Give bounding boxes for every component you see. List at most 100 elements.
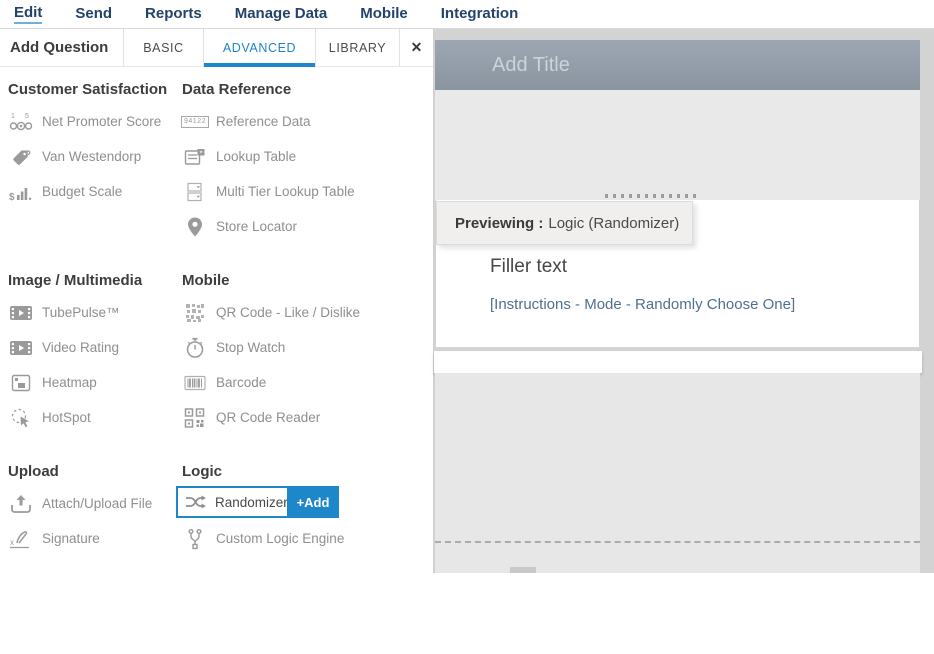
hotspot-icon bbox=[8, 407, 34, 429]
svg-text:x: x bbox=[10, 538, 14, 547]
panel-body: Customer Satisfaction 15 Net Promoter Sc… bbox=[0, 67, 433, 654]
nav-reports[interactable]: Reports bbox=[145, 5, 202, 23]
item-label: Multi Tier Lookup Table bbox=[216, 184, 355, 199]
tooltip-value: Logic (Randomizer) bbox=[548, 215, 679, 232]
question-type-hotspot[interactable]: HotSpot bbox=[8, 400, 176, 435]
section-title: Data Reference bbox=[182, 81, 433, 98]
item-label: Attach/Upload File bbox=[42, 496, 152, 511]
question-type-qr-code-like-dislike[interactable]: QR Code - Like / Dislike bbox=[182, 295, 433, 330]
question-type-multi-tier-lookup-table[interactable]: Multi Tier Lookup Table bbox=[182, 174, 433, 209]
question-type-tubepulse[interactable]: TubePulse™ bbox=[8, 295, 176, 330]
multi-tier-lookup-icon bbox=[182, 181, 208, 203]
price-tag-icon bbox=[8, 146, 34, 168]
item-label: QR Code Reader bbox=[216, 410, 320, 425]
preview-question-area bbox=[435, 90, 920, 200]
question-type-van-westendorp[interactable]: Van Westendorp bbox=[8, 139, 176, 174]
question-type-lookup-table[interactable]: Lookup Table bbox=[182, 139, 433, 174]
svg-text:5: 5 bbox=[25, 113, 29, 120]
svg-text:1: 1 bbox=[11, 113, 15, 120]
add-button[interactable]: +Add bbox=[287, 486, 339, 518]
question-type-net-promoter-score[interactable]: 15 Net Promoter Score bbox=[8, 104, 176, 139]
section-mobile: Mobile QR Code - Like / Dislike Stop Wat… bbox=[182, 272, 433, 463]
page-break-dashed-line bbox=[435, 541, 920, 543]
nav-send[interactable]: Send bbox=[75, 5, 112, 23]
close-icon[interactable]: ✕ bbox=[399, 29, 433, 66]
preview-bottom-stub bbox=[510, 567, 536, 573]
section-data-reference: Data Reference 94122 Reference Data Look… bbox=[182, 81, 433, 272]
item-label: Lookup Table bbox=[216, 149, 296, 164]
tab-advanced[interactable]: ADVANCED bbox=[203, 29, 315, 66]
budget-scale-icon: $ bbox=[8, 181, 34, 203]
item-label: Van Westendorp bbox=[42, 149, 141, 164]
preview-pane: Add Title Previewing : Logic (Randomizer… bbox=[434, 29, 934, 573]
item-label: TubePulse™ bbox=[42, 305, 120, 320]
preview-title-placeholder[interactable]: Add Title bbox=[435, 40, 920, 90]
tab-basic[interactable]: BASIC bbox=[123, 29, 203, 66]
section-title: Image / Multimedia bbox=[8, 272, 176, 289]
lookup-table-icon bbox=[182, 146, 208, 168]
question-type-stop-watch[interactable]: Stop Watch bbox=[182, 330, 433, 365]
item-label: Signature bbox=[42, 531, 100, 546]
panel-title: Add Question bbox=[0, 29, 123, 66]
add-question-panel: Add Question BASIC ADVANCED LIBRARY ✕ Cu… bbox=[0, 29, 434, 573]
stopwatch-icon bbox=[182, 337, 208, 359]
question-type-signature[interactable]: x Signature bbox=[8, 521, 176, 556]
logic-engine-icon bbox=[182, 528, 208, 550]
item-label: Video Rating bbox=[42, 340, 119, 355]
panel-column-1: Customer Satisfaction 15 Net Promoter Sc… bbox=[0, 81, 176, 654]
nps-icon: 15 bbox=[8, 111, 34, 133]
shuffle-icon bbox=[183, 491, 209, 513]
nav-manage-data[interactable]: Manage Data bbox=[235, 5, 328, 23]
barcode-icon bbox=[182, 372, 208, 394]
question-type-reference-data[interactable]: 94122 Reference Data bbox=[182, 104, 433, 139]
preview-lower-area bbox=[435, 373, 920, 573]
section-title: Logic bbox=[182, 463, 433, 480]
signature-icon: x bbox=[8, 528, 34, 550]
heatmap-icon bbox=[8, 372, 34, 394]
question-type-budget-scale[interactable]: $ Budget Scale bbox=[8, 174, 176, 209]
question-type-custom-logic-engine[interactable]: Custom Logic Engine bbox=[182, 521, 433, 556]
main-area: Add Question BASIC ADVANCED LIBRARY ✕ Cu… bbox=[0, 29, 934, 573]
section-upload: Upload Attach/Upload File x Signature bbox=[8, 463, 176, 654]
item-label: Heatmap bbox=[42, 375, 97, 390]
svg-text:$: $ bbox=[9, 192, 15, 203]
section-image-multimedia: Image / Multimedia TubePulse™ Video Rati… bbox=[8, 272, 176, 463]
video-icon bbox=[8, 337, 34, 359]
item-label: Randomizer bbox=[215, 495, 288, 510]
nav-integration[interactable]: Integration bbox=[441, 5, 519, 23]
item-label: Stop Watch bbox=[216, 340, 285, 355]
reference-badge-text: 94122 bbox=[181, 116, 209, 128]
item-label: Reference Data bbox=[216, 114, 311, 129]
section-title: Upload bbox=[8, 463, 176, 480]
section-customer-satisfaction: Customer Satisfaction 15 Net Promoter Sc… bbox=[8, 81, 176, 272]
item-label: Budget Scale bbox=[42, 184, 122, 199]
previewing-tooltip: Previewing : Logic (Randomizer) bbox=[436, 201, 693, 245]
item-label: Barcode bbox=[216, 375, 266, 390]
section-title: Customer Satisfaction bbox=[8, 81, 176, 98]
nav-edit[interactable]: Edit bbox=[14, 4, 42, 24]
tab-library[interactable]: LIBRARY bbox=[315, 29, 399, 66]
nav-mobile[interactable]: Mobile bbox=[360, 5, 408, 23]
question-type-attach-upload-file[interactable]: Attach/Upload File bbox=[8, 486, 176, 521]
section-title: Mobile bbox=[182, 272, 433, 289]
question-type-heatmap[interactable]: Heatmap bbox=[8, 365, 176, 400]
tooltip-label: Previewing : bbox=[455, 215, 543, 232]
question-type-barcode[interactable]: Barcode bbox=[182, 365, 433, 400]
item-label: QR Code - Like / Dislike bbox=[216, 305, 360, 320]
panel-header: Add Question BASIC ADVANCED LIBRARY ✕ bbox=[0, 29, 433, 67]
item-label: HotSpot bbox=[42, 410, 91, 425]
qr-code-reader-icon bbox=[182, 407, 208, 429]
section-logic: Logic Randomizer +Add Custom Logic Engin… bbox=[182, 463, 433, 654]
item-label: Store Locator bbox=[216, 219, 297, 234]
question-type-store-locator[interactable]: Store Locator bbox=[182, 209, 433, 244]
video-icon bbox=[8, 302, 34, 324]
obscured-question-text bbox=[605, 194, 697, 198]
question-type-qr-code-reader[interactable]: QR Code Reader bbox=[182, 400, 433, 435]
reference-data-icon: 94122 bbox=[182, 116, 208, 128]
store-locator-icon bbox=[182, 216, 208, 238]
question-type-randomizer[interactable]: Randomizer +Add bbox=[176, 486, 339, 518]
question-type-video-rating[interactable]: Video Rating bbox=[8, 330, 176, 365]
preview-white-strip bbox=[434, 351, 922, 373]
top-nav: Edit Send Reports Manage Data Mobile Int… bbox=[0, 0, 934, 29]
instructions-text: [Instructions - Mode - Randomly Choose O… bbox=[490, 296, 919, 313]
